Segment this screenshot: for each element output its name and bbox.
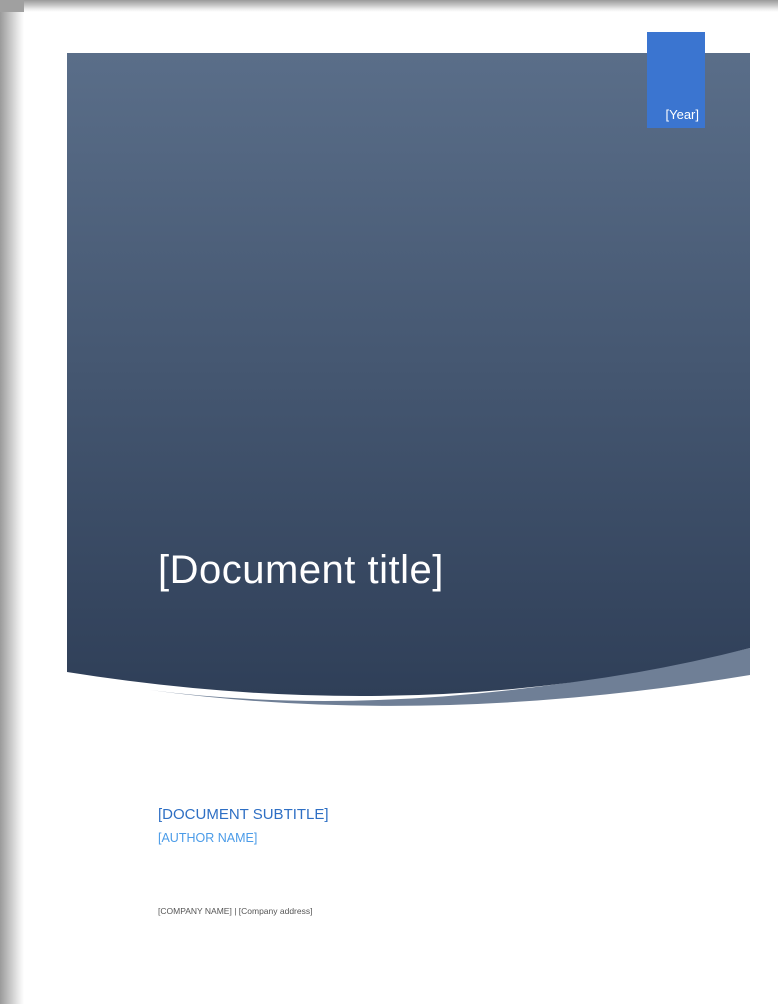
cover-banner-graphic xyxy=(67,53,750,706)
author-name[interactable]: [AUTHOR NAME] xyxy=(158,831,257,845)
company-address-line[interactable]: [COMPANY NAME] | [Company address] xyxy=(158,906,312,916)
document-title[interactable]: [Document title] xyxy=(158,548,444,593)
document-page: [Year] [Document title] [DOCUMENT SUBTIT… xyxy=(0,0,778,1004)
banner-background xyxy=(67,53,750,697)
document-subtitle[interactable]: [DOCUMENT SUBTITLE] xyxy=(158,806,329,823)
year-text[interactable]: [Year] xyxy=(666,107,700,122)
year-tab[interactable]: [Year] xyxy=(647,32,705,128)
